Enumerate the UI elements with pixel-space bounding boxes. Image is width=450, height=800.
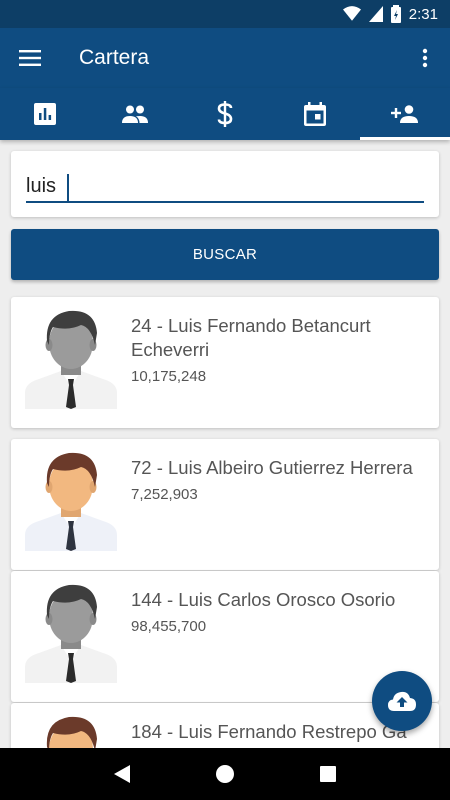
person-add-icon [391,105,418,123]
signal-icon [368,6,383,22]
tab-add-client[interactable] [360,88,450,140]
more-vert-icon [422,48,428,68]
tab-statistics[interactable] [0,88,90,140]
page-title: Cartera [79,46,150,69]
home-button[interactable] [205,754,245,794]
home-icon [215,765,234,783]
result-card[interactable]: 24 - Luis Fernando Betancurt Echeverri 1… [11,297,439,428]
search-card [11,151,439,217]
result-name: 24 - Luis Fernando Betancurt Echeverri [131,315,371,360]
tab-calendar[interactable] [270,88,360,140]
bar-chart-icon [34,103,56,125]
search-button[interactable]: BUSCAR [11,229,439,280]
recents-icon [320,766,337,782]
result-card[interactable]: 72 - Luis Albeiro Gutierrez Herrera 7,25… [11,439,439,570]
result-card[interactable]: 144 - Luis Carlos Orosco Osorio 98,455,7… [11,571,439,702]
back-icon [113,765,130,783]
cloud-upload-icon [388,691,416,711]
search-input[interactable] [26,173,424,203]
people-icon [122,105,148,123]
result-name: 144 - Luis Carlos Orosco Osorio [131,589,396,610]
tab-bar [0,88,450,140]
status-bar: 2:31 [0,0,450,28]
upload-fab[interactable] [372,671,432,731]
back-button[interactable] [102,754,142,794]
more-options-button[interactable] [400,28,450,88]
dollar-icon [217,101,233,127]
tab-payments[interactable] [180,88,270,140]
avatar-gray-icon [25,310,117,409]
avatar-color-icon [25,452,117,551]
recents-button[interactable] [308,754,348,794]
wifi-icon [342,6,361,21]
result-name: 72 - Luis Albeiro Gutierrez Herrera [131,457,413,478]
calendar-icon [304,102,326,126]
text-caret [67,174,69,201]
result-value: 10,175,248 [131,368,207,385]
avatar-gray-icon [25,584,117,683]
tab-clients[interactable] [90,88,180,140]
result-value: 7,252,903 [131,486,198,503]
menu-button[interactable] [0,28,60,88]
system-nav-bar [0,748,450,800]
menu-icon [19,50,41,66]
result-value: 98,455,700 [131,618,207,635]
content-area: BUSCAR 24 - Luis Fernando Betancurt Eche… [0,140,450,748]
avatar-color-icon [46,716,97,748]
app-bar: Cartera [0,28,450,88]
battery-icon [390,5,401,23]
status-time: 2:31 [408,5,438,23]
